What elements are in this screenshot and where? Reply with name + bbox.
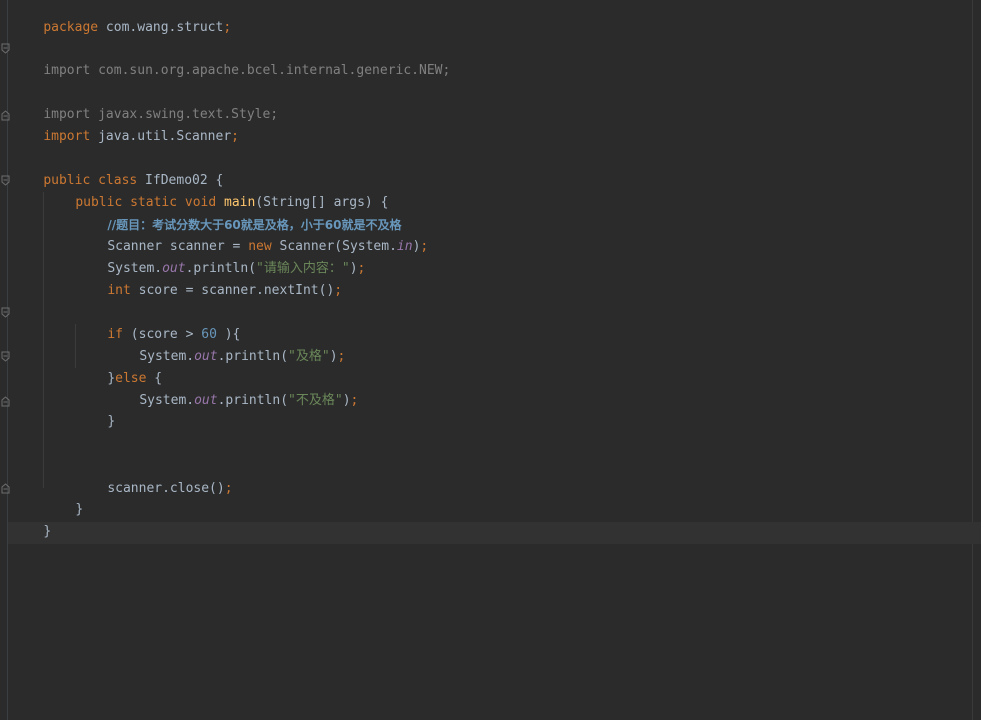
semicolon: ; [420, 239, 429, 254]
keyword: import [43, 129, 91, 144]
code-line-scanner-init[interactable]: Scanner scanner = new Scanner(System.in)… [76, 214, 428, 254]
code-text: } [107, 414, 116, 429]
code-text: System. [139, 393, 195, 408]
code-text: scanner.close() [107, 481, 225, 496]
fold-marker-icon[interactable] [1, 307, 10, 319]
code-line-read-score[interactable]: int score = scanner.nextInt(); [76, 258, 342, 298]
static-field: out [194, 393, 218, 408]
keyword: int [107, 283, 131, 298]
code-line-comment[interactable]: //题目：考试分数大于60就是及格，小于60就是不及格 [76, 192, 401, 232]
semicolon: ; [337, 349, 346, 364]
keyword: import [43, 63, 91, 78]
package-name: com.wang.struct [98, 20, 224, 35]
code-text: ) [329, 349, 338, 364]
code-line-import-unused[interactable]: import javax.swing.text.Style; [12, 82, 278, 122]
code-line-import[interactable]: import java.util.Scanner; [12, 104, 239, 144]
import-path: com.sun.org.apache.bcel.internal.generic… [90, 63, 451, 78]
fold-end-icon[interactable] [1, 109, 10, 121]
static-field: out [194, 349, 218, 364]
import-path: java.util.Scanner [90, 129, 232, 144]
code-text: .println( [217, 393, 289, 408]
code-line-print-pass[interactable]: System.out.println("及格"); [108, 324, 345, 364]
current-line-highlight [8, 522, 981, 544]
code-text: } [75, 502, 84, 517]
code-line-main-decl[interactable]: public static void main(String[] args) { [44, 170, 388, 210]
code-text: } [43, 524, 52, 539]
semicolon: ; [223, 20, 232, 35]
semicolon: ; [357, 261, 366, 276]
semicolon: ; [334, 283, 343, 298]
right-margin-guide [972, 0, 973, 720]
code-line-close-brace[interactable]: } [76, 389, 115, 429]
code-editor[interactable]: package com.wang.struct; import com.sun.… [0, 0, 981, 720]
indent-guide [43, 192, 44, 488]
code-line-print-fail[interactable]: System.out.println("不及格"); [108, 368, 358, 408]
string-literal: "及格" [288, 349, 330, 364]
fold-end-icon[interactable] [1, 482, 10, 494]
code-line-else[interactable]: }else { [76, 346, 162, 386]
code-line-print-prompt[interactable]: System.out.println("请输入内容："); [76, 236, 365, 276]
semicolon: ; [224, 481, 233, 496]
semicolon: ; [231, 129, 239, 144]
code-text: ) [349, 261, 358, 276]
keyword: package [43, 20, 99, 35]
code-line-if[interactable]: if (score > 60 ){ [76, 302, 240, 342]
code-text: ) [342, 393, 351, 408]
code-line-class-decl[interactable]: public class IfDemo02 { [12, 148, 223, 188]
code-line-package[interactable]: package com.wang.struct; [12, 0, 231, 35]
code-line-import-unused[interactable]: import com.sun.org.apache.bcel.internal.… [12, 38, 450, 78]
code-text: score = scanner.nextInt() [130, 283, 335, 298]
string-literal: "不及格" [288, 393, 343, 408]
fold-marker-icon[interactable] [1, 43, 10, 55]
code-line-scanner-close[interactable]: scanner.close(); [76, 456, 232, 496]
code-text: .println( [217, 349, 289, 364]
code-line-close-brace[interactable]: } [44, 477, 83, 517]
static-field: in [396, 239, 413, 254]
code-line-close-brace[interactable]: } [12, 499, 51, 539]
fold-end-icon[interactable] [1, 395, 10, 407]
semicolon: ; [350, 393, 359, 408]
fold-marker-icon[interactable] [1, 351, 10, 363]
fold-marker-icon[interactable] [1, 175, 10, 187]
